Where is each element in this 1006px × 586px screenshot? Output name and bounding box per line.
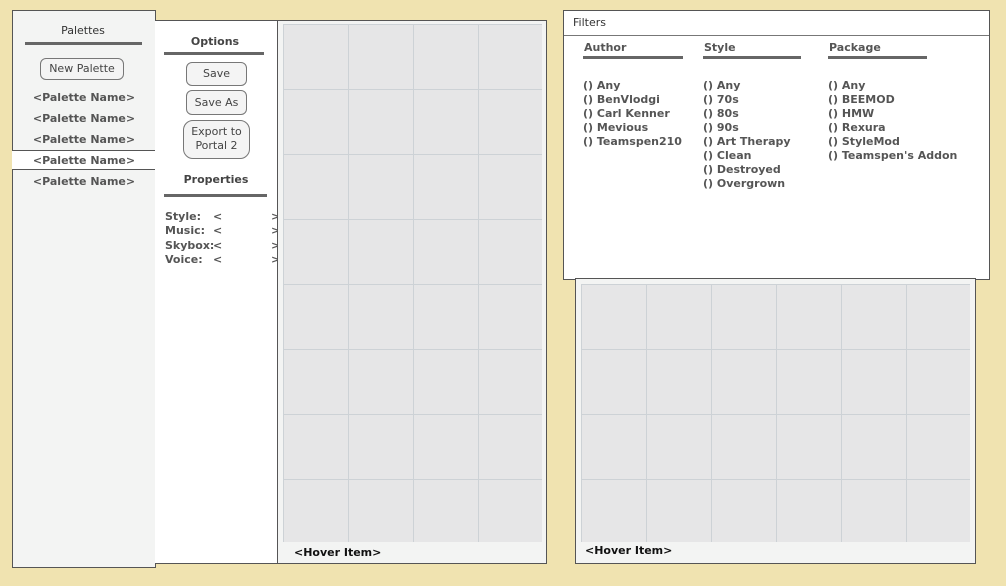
property-prev-button[interactable]: < bbox=[213, 238, 222, 253]
palettes-panel: Palettes New Palette <Palette Name> <Pal… bbox=[12, 10, 156, 568]
palette-item[interactable]: <Palette Name> bbox=[13, 172, 155, 192]
property-label: Music: bbox=[165, 224, 206, 237]
options-panel: Options Save Save As Export to Portal 2 … bbox=[155, 20, 280, 564]
export-button[interactable]: Export to Portal 2 bbox=[183, 120, 250, 159]
filter-option[interactable]: () Overgrown bbox=[703, 177, 853, 191]
property-prev-button[interactable]: < bbox=[213, 223, 222, 238]
property-label: Skybox: bbox=[165, 239, 215, 252]
property-voice: Voice: < > bbox=[165, 252, 280, 267]
filter-header-underline bbox=[583, 56, 683, 59]
filter-column-package: Package () Any () BEEMOD () HMW () Rexur… bbox=[828, 41, 957, 162]
export-label-line1: Export to bbox=[191, 125, 242, 138]
filter-option[interactable]: () StyleMod bbox=[828, 135, 978, 149]
filter-option[interactable]: () Destroyed bbox=[703, 163, 853, 177]
filters-panel: Filters Author () Any () BenVlodgi () Ca… bbox=[563, 10, 990, 280]
hover-item-label: <Hover Item> bbox=[585, 544, 673, 557]
filter-option[interactable]: () Any bbox=[828, 79, 978, 93]
save-as-button[interactable]: Save As bbox=[186, 90, 247, 115]
options-title-underline bbox=[164, 52, 264, 55]
filter-option[interactable]: () Teamspen's Addon bbox=[828, 149, 978, 163]
filter-option[interactable]: () Rexura bbox=[828, 121, 978, 135]
item-picker-panel: <Hover Item> bbox=[575, 278, 976, 564]
palettes-title: Palettes bbox=[61, 24, 105, 37]
filter-header-style: Style bbox=[704, 41, 736, 54]
palette-grid-panel: <Hover Item> bbox=[277, 20, 547, 564]
property-label: Voice: bbox=[165, 253, 203, 266]
item-picker-grid[interactable] bbox=[581, 284, 970, 542]
new-palette-button[interactable]: New Palette bbox=[40, 58, 124, 80]
filter-option[interactable]: () HMW bbox=[828, 107, 978, 121]
palette-item[interactable]: <Palette Name> bbox=[13, 130, 155, 150]
filter-header-underline bbox=[828, 56, 927, 59]
property-style: Style: < > bbox=[165, 209, 280, 224]
filters-title: Filters bbox=[573, 16, 606, 29]
palette-item[interactable]: <Palette Name> bbox=[13, 88, 155, 108]
filter-header-author: Author bbox=[584, 41, 627, 54]
hover-item-label: <Hover Item> bbox=[294, 546, 382, 559]
export-label-line2: Portal 2 bbox=[195, 139, 238, 152]
property-music: Music: < > bbox=[165, 223, 280, 238]
property-prev-button[interactable]: < bbox=[213, 252, 222, 267]
filter-header-underline bbox=[703, 56, 801, 59]
filter-header-package: Package bbox=[829, 41, 881, 54]
palettes-title-underline bbox=[25, 42, 142, 45]
property-prev-button[interactable]: < bbox=[213, 209, 222, 224]
save-button[interactable]: Save bbox=[186, 62, 247, 86]
palette-item-grid[interactable] bbox=[283, 24, 542, 542]
filter-column-author: Author () Any () BenVlodgi () Carl Kenne… bbox=[583, 41, 683, 148]
filters-divider bbox=[564, 35, 989, 36]
filter-option[interactable]: () BEEMOD bbox=[828, 93, 978, 107]
properties-title-underline bbox=[164, 194, 267, 197]
properties-title: Properties bbox=[183, 173, 249, 186]
palette-item[interactable]: <Palette Name> bbox=[13, 109, 155, 129]
palette-item-selected[interactable]: <Palette Name> bbox=[12, 150, 156, 170]
options-title: Options bbox=[190, 35, 240, 48]
property-label: Style: bbox=[165, 210, 201, 223]
filter-column-style: Style () Any () 70s () 80s () 90s () Art… bbox=[703, 41, 801, 190]
property-skybox: Skybox: < > bbox=[165, 238, 280, 253]
